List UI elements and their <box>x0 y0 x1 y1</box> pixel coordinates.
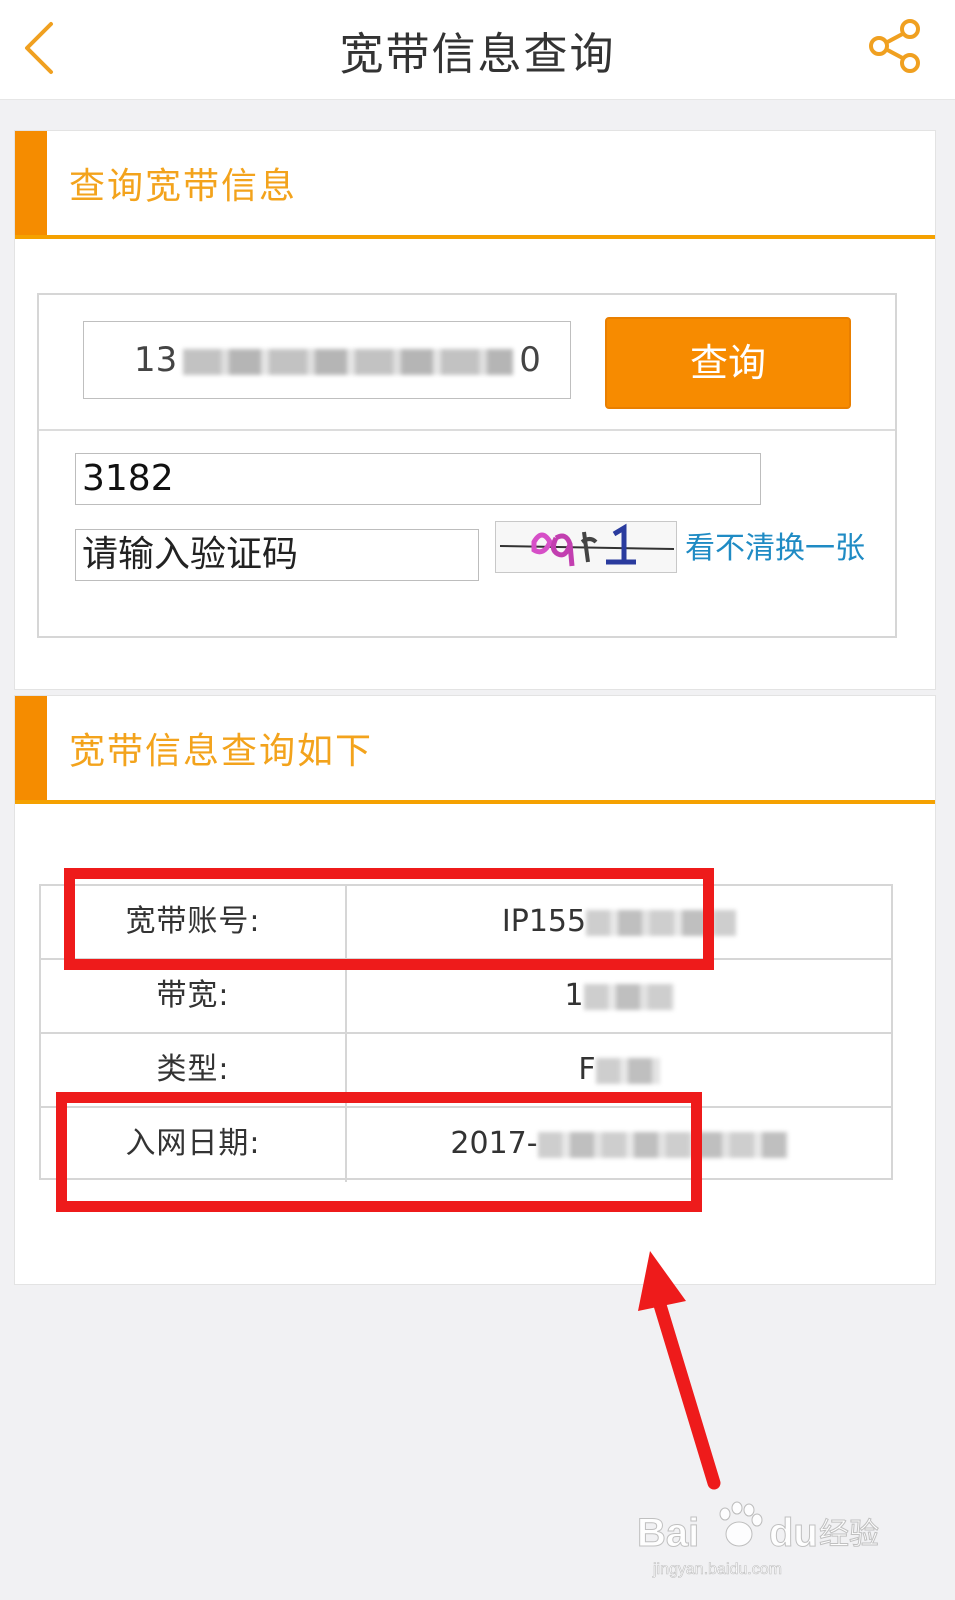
baidu-logo-icon: Bai du 经验 jingyan.baidu.com <box>637 1501 880 1578</box>
captcha-input[interactable]: 请输入验证码 <box>75 529 479 581</box>
phone-prefix: 13 <box>134 340 178 380</box>
result-panel-title: 宽带信息查询如下 <box>69 731 374 772</box>
blurred-value <box>595 1057 660 1084</box>
phone-row: 13 0 查询 <box>39 295 895 431</box>
value-visible-text: 1 <box>564 978 584 1013</box>
query-panel-title: 查询宽带信息 <box>69 166 298 207</box>
row-label: 带宽: <box>41 960 347 1032</box>
captcha-graphic <box>499 523 675 567</box>
result-panel-header: 宽带信息查询如下 <box>15 696 935 804</box>
share-button[interactable] <box>863 14 927 78</box>
highlight-box-account <box>64 868 714 970</box>
blurred-phone-digits <box>183 348 514 375</box>
header-accent-bar <box>15 696 47 800</box>
query-form: 13 0 查询 3182 请输入验证码 看不清换一张 <box>37 293 897 638</box>
query-panel-header: 查询宽带信息 <box>15 131 935 239</box>
baidu-jingyan-watermark: Bai du 经验 jingyan.baidu.com <box>633 1490 893 1580</box>
top-navbar: 宽带信息查询 <box>0 0 955 100</box>
highlight-box-join-date <box>56 1092 702 1212</box>
blurred-value <box>583 983 674 1010</box>
svg-text:Bai: Bai <box>637 1511 699 1555</box>
account-input[interactable]: 3182 <box>75 453 761 505</box>
red-arrow-annotation <box>638 1251 721 1490</box>
header-accent-bar <box>15 131 47 235</box>
share-icon <box>869 19 920 73</box>
svg-text:du: du <box>769 1511 818 1555</box>
table-row: 带宽: 1 <box>41 960 891 1034</box>
row-value: 1 <box>347 960 891 1032</box>
svg-text:jingyan.baidu.com: jingyan.baidu.com <box>652 1561 782 1578</box>
value-visible-text: F <box>578 1052 596 1087</box>
query-panel: 查询宽带信息 13 0 查询 3182 请输入验证码 看不清换一张 <box>14 130 936 690</box>
phone-suffix: 0 <box>519 340 541 380</box>
captcha-image[interactable] <box>495 521 677 573</box>
svg-text:经验: 经验 <box>819 1517 879 1552</box>
query-button[interactable]: 查询 <box>605 317 851 409</box>
phone-input[interactable]: 13 0 <box>83 321 571 399</box>
page-title: 宽带信息查询 <box>339 29 616 80</box>
